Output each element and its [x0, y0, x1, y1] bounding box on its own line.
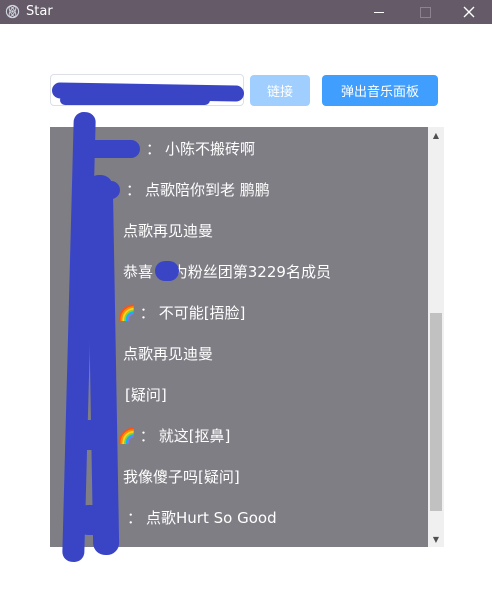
- window-title: Star: [26, 4, 53, 19]
- chat-message: ：点歌Hurt So Good: [127, 509, 277, 527]
- rainbow-emoji-icon: 🌈: [117, 304, 136, 322]
- chat-message: 点歌再见迪曼: [123, 345, 214, 363]
- app-window: Star 链接 弹出音乐面板 ：小陈不搬砖啊 ：点歌陪你到老 鹏鹏 点歌再见迪曼…: [0, 0, 492, 595]
- maximize-icon: [419, 6, 431, 18]
- minimize-icon: [374, 11, 384, 13]
- chat-message: 🌈：就这[抠鼻]: [117, 427, 231, 445]
- close-button[interactable]: [446, 0, 492, 24]
- chat-message: ：小陈不搬砖啊: [146, 140, 256, 158]
- chat-message: 🌈：不可能[捂脸]: [117, 304, 246, 322]
- redaction-mark: [72, 420, 112, 450]
- electron-app-icon: [5, 4, 20, 19]
- chat-message: 我像傻子吗[疑问]: [123, 468, 240, 486]
- scroll-down-icon[interactable]: ▼: [428, 531, 444, 547]
- close-icon: [463, 6, 475, 18]
- link-button[interactable]: 链接: [250, 75, 310, 106]
- scroll-up-icon[interactable]: ▲: [428, 127, 444, 143]
- title-bar[interactable]: Star: [0, 0, 492, 24]
- redaction-mark: [76, 300, 114, 326]
- rainbow-emoji-icon: 🌈: [117, 427, 136, 445]
- chat-message: 点歌再见迪曼: [123, 222, 214, 240]
- redaction-mark: [155, 261, 179, 281]
- maximize-button[interactable]: [402, 0, 448, 24]
- redaction-mark: [78, 140, 140, 158]
- chat-scrollbar[interactable]: ▲ ▼: [428, 127, 444, 547]
- redaction-mark: [76, 505, 114, 535]
- music-panel-button[interactable]: 弹出音乐面板: [322, 75, 438, 106]
- minimize-button[interactable]: [356, 0, 402, 24]
- chat-message: ：点歌陪你到老 鹏鹏: [126, 181, 270, 199]
- redaction-mark: [80, 181, 120, 199]
- redaction-mark: [60, 95, 210, 105]
- scrollbar-thumb[interactable]: [430, 313, 442, 511]
